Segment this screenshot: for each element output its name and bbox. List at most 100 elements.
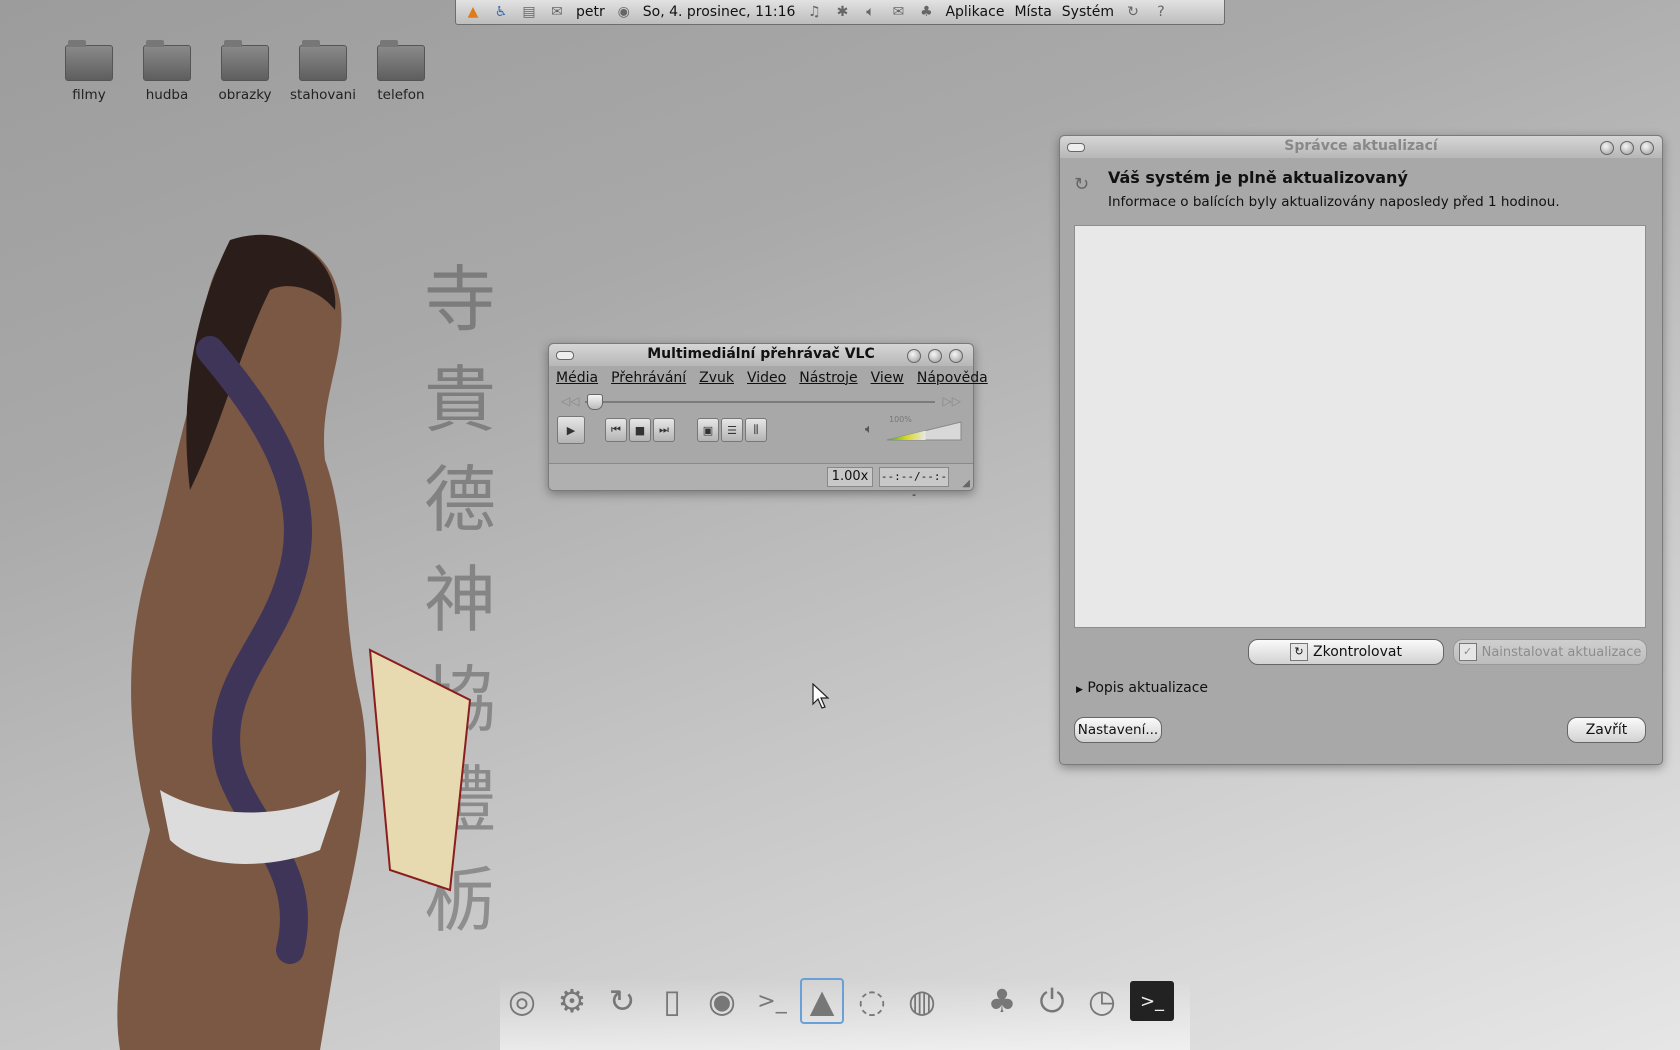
seek-slider-handle[interactable] — [587, 394, 603, 410]
next-button[interactable]: ⏭︎ — [653, 418, 675, 442]
desktop-folder-label: stahovani — [290, 87, 356, 103]
app-launcher-icon[interactable]: ♿ — [492, 3, 510, 21]
fullscreen-button[interactable]: ▣ — [697, 418, 719, 442]
menu-playback[interactable]: Přehrávání — [611, 370, 686, 386]
playlist-button[interactable]: ☰ — [721, 418, 743, 442]
gnome-foot-icon[interactable]: ♣ — [980, 978, 1024, 1024]
minimize-button[interactable] — [1600, 141, 1614, 155]
minimize-button[interactable] — [907, 349, 921, 363]
volume-slider[interactable]: 100% — [885, 415, 963, 442]
disc-icon[interactable]: ◉ — [700, 978, 744, 1024]
menu-system[interactable]: Systém — [1062, 4, 1114, 20]
help-icon[interactable]: ? — [1152, 3, 1170, 21]
settings-button-label: Nastavení... — [1077, 722, 1159, 738]
chat-icon[interactable]: ✉ — [548, 3, 566, 21]
stop-icon: ■ — [634, 423, 646, 437]
fullscreen-icon: ▣ — [702, 423, 714, 437]
firefox-icon[interactable]: ◍ — [900, 978, 944, 1024]
previous-button[interactable]: ⏮︎ — [605, 418, 627, 442]
console-icon[interactable]: >_ — [1130, 981, 1174, 1021]
desktop-folder[interactable]: obrazky — [206, 40, 284, 103]
gear-icon[interactable]: ⚙ — [550, 978, 594, 1024]
stop-button[interactable]: ■ — [629, 418, 651, 442]
close-button[interactable] — [1640, 141, 1654, 155]
network-icon[interactable]: ◉ — [615, 3, 633, 21]
mail-icon[interactable]: ✉ — [889, 3, 907, 21]
resize-grip-icon[interactable]: ◢ — [962, 478, 970, 489]
ubuntu-menu-icon[interactable]: ♣ — [917, 3, 935, 21]
menu-video[interactable]: Video — [747, 370, 786, 386]
menu-audio[interactable]: Zvuk — [699, 370, 734, 386]
seek-track[interactable] — [585, 401, 935, 403]
menu-applications[interactable]: Aplikace — [945, 4, 1004, 20]
check-button-label: Zkontrolovat — [1313, 644, 1402, 660]
update-manager-titlebar[interactable]: Správce aktualizací — [1060, 136, 1662, 158]
menu-media[interactable]: Média — [556, 370, 598, 386]
refresh-icon: ↻ — [1290, 643, 1309, 661]
close-button-label: Zavřít — [1585, 722, 1628, 738]
bluetooth-icon[interactable]: ✱ — [833, 3, 851, 21]
headphones-icon[interactable]: ♫ — [805, 3, 823, 21]
swirl-icon[interactable]: ◎ — [500, 978, 544, 1024]
desktop-folder[interactable]: stahovani — [284, 40, 362, 103]
window-list-icon[interactable]: ▤ — [520, 3, 538, 21]
equalizer-icon: ⫼ — [753, 423, 759, 436]
swirl2-icon[interactable]: ◌ — [850, 978, 894, 1024]
desktop-folder[interactable]: telefon — [362, 40, 440, 103]
desktop-folder[interactable]: filmy — [50, 40, 128, 103]
clock-datetime[interactable]: So, 4. prosinec, 11:16 — [643, 4, 796, 20]
vlc-launcher-icon[interactable]: ▲ — [464, 3, 482, 21]
desktop-folder[interactable]: hudba — [128, 40, 206, 103]
checkmark-icon: ✓ — [1458, 643, 1477, 661]
update-heading: Váš systém je plně aktualizovaný — [1108, 168, 1408, 187]
terminal-icon[interactable]: >_ — [750, 978, 794, 1024]
folder-icon — [65, 40, 113, 81]
mouse-cursor-icon — [812, 683, 830, 709]
close-dialog-button[interactable]: Zavřít — [1567, 717, 1646, 743]
desktop-folder-label: telefon — [377, 87, 425, 103]
volume-icon[interactable]: 🔈︎ — [861, 3, 879, 21]
update-list[interactable] — [1074, 225, 1646, 628]
wallpaper-figure — [117, 234, 472, 1050]
seek-bar[interactable]: ◁◁ ▷▷ — [557, 390, 965, 414]
close-button[interactable] — [949, 349, 963, 363]
play-button[interactable]: ▶ — [557, 416, 585, 444]
desktop-folder-label: hudba — [145, 87, 189, 103]
menu-help[interactable]: Nápověda — [917, 370, 988, 386]
menu-view[interactable]: View — [871, 370, 904, 386]
maximize-button[interactable] — [1620, 141, 1634, 155]
folder-icon — [143, 40, 191, 81]
user-name[interactable]: petr — [576, 4, 605, 20]
desktop-folder-label: obrazky — [218, 87, 272, 103]
update-subtext: Informace o balících byly aktualizovány … — [1108, 194, 1560, 210]
next-icon: ⏭︎ — [659, 423, 669, 436]
playback-speed[interactable]: 1.00x — [827, 467, 873, 487]
refresh-icon[interactable]: ↻ — [600, 978, 644, 1024]
book-icon[interactable]: ▯ — [650, 978, 694, 1024]
clock-icon[interactable]: ◷ — [1080, 978, 1124, 1024]
vlc-window: Multimediální přehrávač VLC Média Přehrá… — [548, 343, 988, 501]
seek-back-icon[interactable]: ◁◁ — [561, 394, 579, 408]
install-updates-button[interactable]: ✓ Nainstalovat aktualizace — [1453, 639, 1647, 665]
equalizer-button[interactable]: ⫼ — [745, 418, 767, 442]
vlc-icon[interactable]: ▲ — [800, 978, 844, 1024]
maximize-button[interactable] — [928, 349, 942, 363]
menu-places[interactable]: Místa — [1014, 4, 1051, 20]
folder-icon — [221, 40, 269, 81]
folder-icon — [299, 40, 347, 81]
speaker-icon[interactable]: 🔈︎ — [865, 422, 873, 437]
settings-button[interactable]: Nastavení... — [1074, 717, 1162, 743]
seek-forward-icon[interactable]: ▷▷ — [943, 394, 961, 408]
time-display[interactable]: --:--/--:-- — [879, 467, 949, 501]
menu-tools[interactable]: Nástroje — [799, 370, 857, 386]
play-icon: ▶ — [566, 423, 576, 437]
check-button[interactable]: ↻ Zkontrolovat — [1248, 639, 1444, 665]
vlc-controls: ▶ ⏮︎ ■ ⏭︎ ▣ ☰ ⫼ 🔈︎ 100% — [549, 414, 973, 448]
update-notifier-icon[interactable]: ↻ — [1124, 3, 1142, 21]
power-icon[interactable]: ⏻ — [1030, 978, 1074, 1024]
volume-percent: 100% — [889, 415, 912, 424]
vlc-titlebar[interactable]: Multimediální přehrávač VLC — [549, 344, 973, 366]
update-manager-title: Správce aktualizací — [1284, 138, 1438, 154]
update-manager-window: Správce aktualizací ↻ Váš systém je plně… — [1059, 135, 1663, 765]
description-expander[interactable]: ▶ Popis aktualizace — [1076, 680, 1208, 696]
